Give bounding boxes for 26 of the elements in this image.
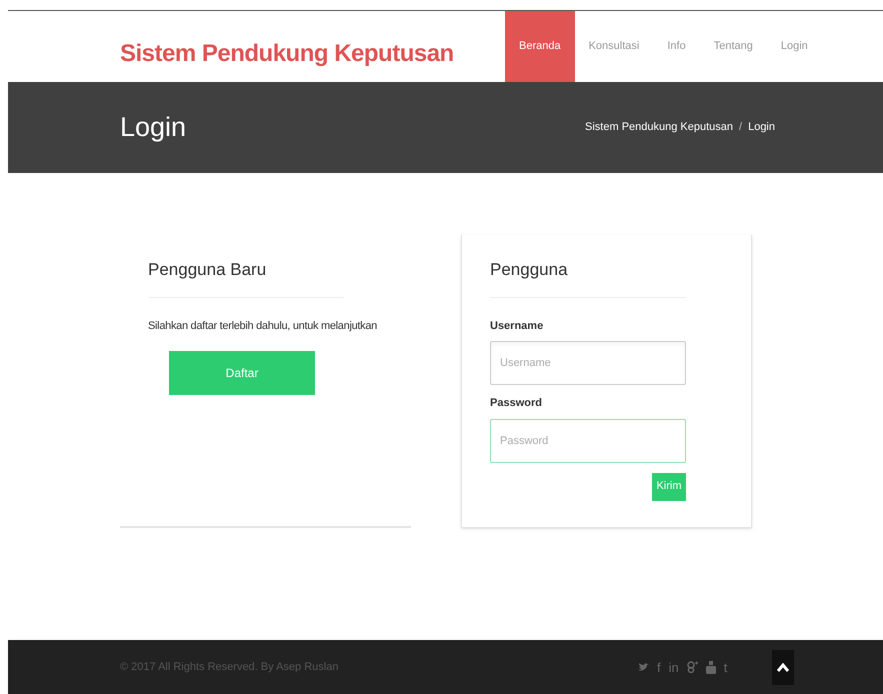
- field-label: Username: [490, 318, 544, 334]
- input-field[interactable]: Password: [490, 418, 686, 462]
- panel-title: Pengguna Baru: [148, 257, 344, 298]
- social-link[interactable]: t: [724, 660, 728, 674]
- panel-title: Pengguna: [490, 257, 686, 298]
- nav-link[interactable]: Tentang: [700, 11, 767, 82]
- breadcrumb-separator: /: [739, 120, 742, 136]
- register-button[interactable]: Daftar: [169, 351, 315, 395]
- bird-icon[interactable]: [638, 662, 649, 672]
- chevron-up-icon: [777, 662, 789, 672]
- social-link[interactable]: f: [657, 660, 661, 674]
- panel-text: Silahkan daftar terlebih dahulu, untuk melanjutkan: [148, 318, 378, 334]
- submit-button[interactable]: Kirim: [652, 472, 686, 500]
- social-link[interactable]: in: [668, 660, 679, 674]
- nav-link[interactable]: Beranda: [505, 11, 575, 82]
- nav-link[interactable]: Login: [766, 11, 822, 82]
- video-icon[interactable]: [706, 660, 716, 674]
- site-title[interactable]: Sistem Pendukung Keputusan: [120, 36, 505, 82]
- field-label: Password: [490, 396, 543, 411]
- breadcrumb-link[interactable]: Sistem Pendukung Keputusan: [585, 119, 734, 136]
- input-field[interactable]: Username: [490, 341, 686, 385]
- google-plus-icon[interactable]: [686, 661, 698, 673]
- nav-link[interactable]: Konsultasi: [574, 11, 654, 82]
- scroll-top-button[interactable]: [772, 650, 794, 684]
- nav-link[interactable]: Info: [653, 11, 700, 82]
- page-title: Login: [120, 111, 188, 144]
